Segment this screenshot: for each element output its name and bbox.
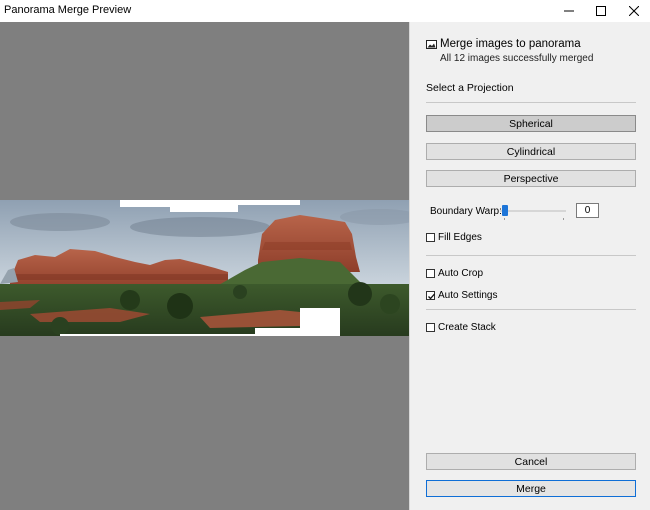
cancel-button[interactable]: Cancel: [426, 453, 636, 470]
fill-edges-label: Fill Edges: [438, 232, 482, 243]
auto-crop-checkbox[interactable]: [426, 269, 435, 278]
header-subtitle: All 12 images successfully merged: [440, 53, 594, 64]
slider-track: [500, 210, 566, 212]
auto-crop-label: Auto Crop: [438, 268, 484, 279]
fill-edges-option[interactable]: Fill Edges: [426, 232, 482, 243]
projection-label: Select a Projection: [426, 82, 514, 94]
panorama-preview-image: [0, 200, 409, 336]
checkmark-icon: [428, 293, 435, 300]
auto-crop-option[interactable]: Auto Crop: [426, 268, 483, 279]
auto-settings-checkbox[interactable]: [426, 291, 435, 300]
panorama-preview-area: [0, 22, 409, 510]
separator: [426, 255, 636, 256]
minimize-icon: [564, 10, 574, 12]
fill-edges-checkbox[interactable]: [426, 233, 435, 242]
slider-thumb[interactable]: [502, 205, 508, 216]
maximize-button[interactable]: [585, 0, 617, 22]
maximize-icon: [596, 6, 606, 16]
slider-tick: [563, 218, 564, 220]
merge-button[interactable]: Merge: [426, 480, 636, 497]
window-title: Panorama Merge Preview: [4, 4, 132, 16]
auto-settings-option[interactable]: Auto Settings: [426, 290, 497, 301]
close-icon: [629, 6, 639, 16]
create-stack-option[interactable]: Create Stack: [426, 322, 496, 333]
title-bar: Panorama Merge Preview: [0, 0, 650, 22]
boundary-warp-slider[interactable]: [500, 205, 566, 220]
auto-settings-label: Auto Settings: [438, 290, 498, 301]
separator: [426, 102, 636, 103]
create-stack-label: Create Stack: [438, 322, 496, 333]
perspective-button[interactable]: Perspective: [426, 170, 636, 187]
cylindrical-button[interactable]: Cylindrical: [426, 143, 636, 160]
create-stack-checkbox[interactable]: [426, 323, 435, 332]
panorama-image-icon: [426, 40, 437, 49]
header-title: Merge images to panorama: [440, 38, 581, 50]
separator: [426, 309, 636, 310]
boundary-warp-label: Boundary Warp:: [430, 206, 502, 217]
minimize-button[interactable]: [553, 0, 585, 22]
settings-panel: Merge images to panorama All 12 images s…: [409, 22, 650, 510]
slider-tick: [504, 218, 505, 220]
boundary-warp-input[interactable]: [576, 203, 599, 218]
spherical-button[interactable]: Spherical: [426, 115, 636, 132]
close-button[interactable]: [618, 0, 650, 22]
